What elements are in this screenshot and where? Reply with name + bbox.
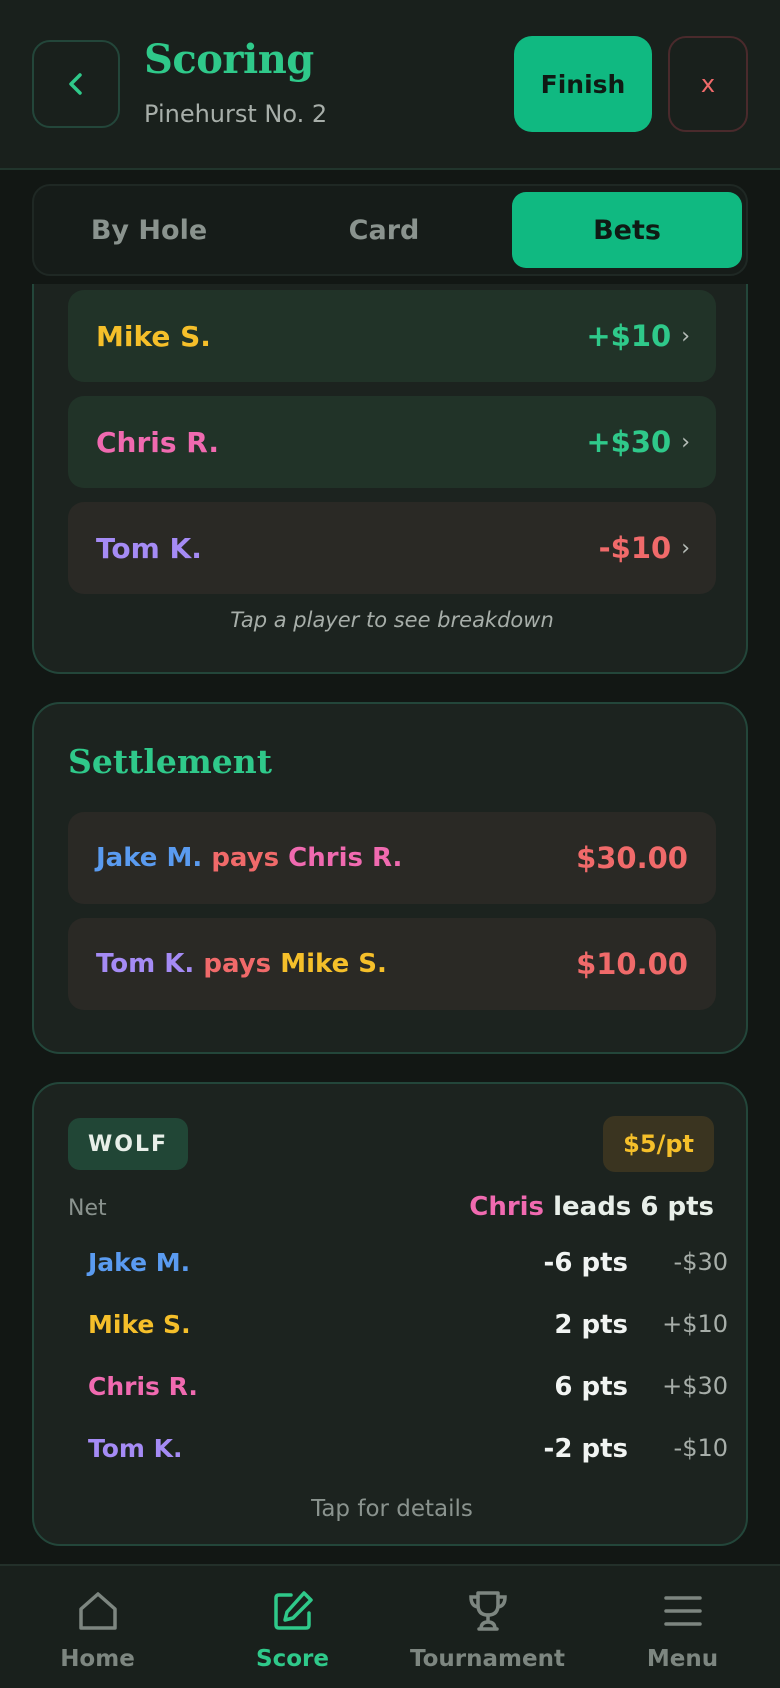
player-money: +$30: [662, 1372, 728, 1400]
finish-button[interactable]: Finish: [514, 36, 652, 132]
header: Scoring Pinehurst No. 2 Finish x: [0, 0, 780, 170]
pays-word: pays: [203, 949, 272, 979]
player-points: 6 pts: [554, 1372, 628, 1402]
player-name: Chris R.: [96, 425, 220, 459]
tab-bets[interactable]: Bets: [512, 192, 742, 268]
settlement-row: Tom K. pays Mike S. $10.00: [68, 918, 716, 1010]
nav-menu[interactable]: Menu: [585, 1566, 780, 1688]
chevron-right-icon: ›: [681, 323, 690, 349]
player-name: Mike S.: [88, 1310, 191, 1339]
player-name: Tom K.: [88, 1434, 183, 1463]
nav-score[interactable]: Score: [195, 1566, 390, 1688]
player-name: Chris R.: [88, 1372, 198, 1401]
player-total-row[interactable]: Mike S. +$10 ›: [68, 290, 716, 382]
page-title: Scoring: [144, 36, 314, 83]
payee-name: Mike S.: [280, 949, 387, 979]
tab-by-hole[interactable]: By Hole: [34, 192, 264, 268]
chevron-right-icon: ›: [681, 429, 690, 455]
payer-name: Jake M.: [96, 843, 203, 873]
nav-label: Home: [60, 1646, 135, 1672]
bottom-nav: Home Score Tournament Menu: [0, 1564, 780, 1688]
player-name: Jake M.: [88, 1248, 191, 1277]
player-money: +$10: [662, 1310, 728, 1338]
wolf-player-row: Mike S. 2 pts +$10: [88, 1310, 728, 1350]
settlement-row: Jake M. pays Chris R. $30.00: [68, 812, 716, 904]
tab-card[interactable]: Card: [269, 192, 499, 268]
wolf-game-card[interactable]: WOLF $5/pt Net Chris leads 6 pts Jake M.…: [32, 1082, 748, 1546]
home-icon: [76, 1588, 120, 1634]
back-button[interactable]: [32, 40, 120, 128]
wolf-player-row: Jake M. -6 pts -$30: [88, 1248, 728, 1288]
payee-name: Chris R.: [288, 843, 403, 873]
nav-home[interactable]: Home: [0, 1566, 195, 1688]
details-hint: Tap for details: [311, 1496, 473, 1522]
net-label: Net: [68, 1196, 107, 1221]
settlement-amount: $30.00: [576, 841, 688, 875]
leader-name: Chris: [469, 1192, 545, 1222]
leader-text: leads 6 pts: [553, 1192, 714, 1222]
menu-icon: [661, 1588, 705, 1634]
settlement-amount: $10.00: [576, 947, 688, 981]
game-type-badge: WOLF: [68, 1118, 189, 1170]
player-amount: -$10: [598, 531, 672, 565]
rate-badge: $5/pt: [603, 1116, 714, 1172]
trophy-icon: [466, 1588, 510, 1634]
player-money: -$10: [673, 1434, 728, 1462]
close-button[interactable]: x: [668, 36, 748, 132]
player-amount: +$10: [586, 319, 672, 353]
breakdown-hint: Tap a player to see breakdown: [230, 608, 554, 632]
payer-name: Tom K.: [96, 949, 195, 979]
player-total-row[interactable]: Chris R. +$30 ›: [68, 396, 716, 488]
nav-label: Score: [256, 1646, 329, 1672]
leader-summary: Chris leads 6 pts: [469, 1192, 714, 1222]
nav-tournament[interactable]: Tournament: [390, 1566, 585, 1688]
player-money: -$30: [673, 1248, 728, 1276]
player-points: -2 pts: [543, 1434, 628, 1464]
player-totals-card: Mike S. +$10 › Chris R. +$30 › Tom K. -$10…: [32, 240, 748, 674]
player-total-row[interactable]: Tom K. -$10 ›: [68, 502, 716, 594]
player-amount: +$30: [586, 425, 672, 459]
player-name: Mike S.: [96, 319, 211, 353]
wolf-player-row: Tom K. -2 pts -$10: [88, 1434, 728, 1474]
player-points: 2 pts: [554, 1310, 628, 1340]
nav-label: Menu: [646, 1646, 719, 1672]
chevron-right-icon: ›: [681, 535, 690, 561]
app-root: Scoring Pinehurst No. 2 Finish x Mike S.…: [0, 0, 780, 1688]
player-points: -6 pts: [543, 1248, 628, 1278]
course-name: Pinehurst No. 2: [144, 100, 328, 128]
pays-word: pays: [211, 843, 280, 873]
settlement-title: Settlement: [68, 742, 272, 781]
view-tabs: By Hole Card Bets: [32, 184, 748, 276]
settlement-card: Settlement Jake M. pays Chris R. $30.00 …: [32, 702, 748, 1054]
chevron-left-icon: [69, 73, 82, 95]
nav-label: Tournament: [410, 1646, 565, 1672]
wolf-player-row: Chris R. 6 pts +$30: [88, 1372, 728, 1412]
edit-icon: [271, 1588, 315, 1634]
player-name: Tom K.: [96, 531, 202, 565]
